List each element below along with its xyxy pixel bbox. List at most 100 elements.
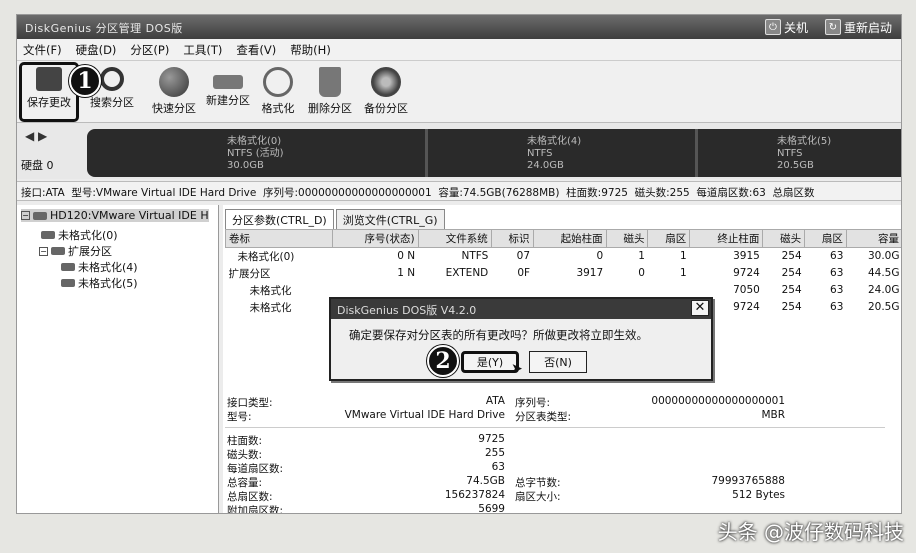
tree-partition-4[interactable]: 未格式化(4) [61, 259, 138, 275]
detail-label: 总容量: [227, 477, 263, 489]
segment-3-name: 未格式化(5) [777, 136, 832, 147]
power-icon: ⏻ [765, 19, 781, 35]
detail-value: ATA [485, 395, 505, 407]
disk-segment-1[interactable]: 未格式化(0) NTFS (活动) 30.0GB [227, 129, 427, 177]
cell: 未格式化 [249, 284, 292, 297]
disk-segment-3[interactable]: 未格式化(5) NTFS 20.5GB [695, 129, 901, 177]
table-row[interactable]: 未格式化 7050 254 63 24.0G [226, 282, 902, 299]
disk-tree: − HD120:VMware Virtual IDE H 未格式化(0) − 扩… [17, 205, 219, 513]
backup-partition-label: 备份分区 [364, 102, 408, 115]
info-sectors: 每道扇区数:63 [696, 187, 766, 199]
menu-view[interactable]: 查看(V) [236, 42, 276, 58]
col-start-head: 磁头 [605, 229, 649, 248]
menu-disk[interactable]: 硬盘(D) [76, 42, 117, 58]
magnifier-icon [100, 67, 124, 91]
reboot-label: 重新启动 [844, 20, 893, 35]
format-icon [263, 67, 293, 97]
tree-partition-0[interactable]: 未格式化(0) [41, 227, 118, 243]
segment-divider [425, 129, 428, 177]
info-total-sectors: 总扇区数 [772, 187, 815, 199]
cell: 1 [680, 250, 687, 263]
watermark: 头条 @波仔数码科技 [717, 520, 904, 544]
disk-info-line: 接口:ATA 型号:VMware Virtual IDE Hard Drive … [17, 181, 901, 201]
tab-browse-files[interactable]: 浏览文件(CTRL_G) [335, 209, 445, 230]
info-capacity: 容量:74.5GB(76288MB) [438, 187, 560, 199]
disk-nav-arrows[interactable]: ◀ ▶ [25, 129, 47, 143]
close-icon[interactable]: ✕ [691, 300, 709, 316]
save-changes-label: 保存更改 [27, 96, 71, 109]
detail-label: 磁头数: [227, 449, 263, 461]
segment-1-name: 未格式化(0) [227, 136, 282, 147]
tree-disk-root[interactable]: − HD120:VMware Virtual IDE H [21, 209, 209, 222]
menu-partition[interactable]: 分区(P) [130, 42, 169, 58]
no-button[interactable]: 否(N) [529, 351, 587, 373]
save-changes-button[interactable]: 保存更改 [19, 62, 79, 122]
partition-bar: 未格式化(0) NTFS (活动) 30.0GB 未格式化(4) NTFS 24… [87, 129, 901, 177]
cell [333, 282, 418, 299]
menu-bar: 文件(F) 硬盘(D) 分区(P) 工具(T) 查看(V) 帮助(H) [17, 39, 901, 61]
cell: 254 [781, 284, 802, 296]
cell [648, 282, 690, 299]
cell: NTFS [461, 250, 489, 263]
menu-tools[interactable]: 工具(T) [183, 42, 222, 58]
search-partition-label: 搜索分区 [90, 96, 134, 109]
tab-partition-params[interactable]: 分区参数(CTRL_D) [225, 209, 334, 230]
collapse-icon[interactable]: − [39, 246, 48, 256]
detail-label: 型号: [227, 411, 252, 423]
cell: 254 [781, 250, 802, 263]
partition-icon [61, 263, 75, 271]
cell [606, 282, 648, 299]
cell: 24.0G [867, 284, 900, 296]
cell: 1 N [397, 267, 416, 279]
table-row[interactable]: 未格式化(0) 0 N NTFS 07 0 1 1 3915 254 63 30… [226, 248, 902, 265]
detail-label: 序列号: [515, 397, 551, 409]
collapse-icon[interactable]: − [21, 211, 30, 220]
menu-file[interactable]: 文件(F) [23, 42, 62, 58]
cell [418, 282, 491, 299]
cell: 07 [516, 250, 531, 263]
cell: 3915 [733, 250, 760, 263]
col-label: 卷标 [224, 229, 334, 248]
cell: 0 [638, 267, 645, 279]
detail-value: 255 [484, 447, 505, 459]
segment-1-size: 30.0GB [227, 160, 264, 171]
detail-value: 79993765888 [711, 475, 786, 487]
disk-label: 硬盘 0 [21, 159, 54, 172]
window-title: DiskGenius 分区管理 DOS版 [25, 22, 183, 35]
col-start-sector: 扇区 [647, 229, 691, 248]
cell: 30.0G [867, 250, 900, 263]
delete-partition-label: 删除分区 [308, 102, 352, 115]
cell: 0 [596, 250, 604, 263]
table-row[interactable]: 扩展分区 1 N EXTEND 0F 3917 0 1 9724 254 63 … [226, 265, 902, 282]
segment-2-fs: NTFS [527, 148, 553, 159]
info-cylinders: 柱面数:9725 [566, 187, 628, 199]
detail-value: 63 [491, 461, 505, 473]
detail-label: 每道扇区数: [227, 463, 284, 475]
menu-help[interactable]: 帮助(H) [290, 42, 331, 58]
segment-3-fs: NTFS [777, 148, 803, 159]
extended-partition-icon [51, 247, 65, 255]
detail-value: 74.5GB [466, 475, 505, 487]
backup-partition-button[interactable]: 备份分区 [355, 65, 417, 119]
quick-partition-button[interactable]: 快速分区 [143, 65, 205, 119]
shutdown-button[interactable]: ⏻ 关机 [765, 18, 808, 36]
disk-map: ◀ ▶ 硬盘 0 未格式化(0) NTFS (活动) 30.0GB 未格式化(4… [17, 123, 901, 179]
disk-segment-2[interactable]: 未格式化(4) NTFS 24.0GB [425, 129, 677, 177]
details-separator [225, 427, 885, 428]
cell: 63 [830, 284, 844, 296]
cell: 20.5G [867, 301, 900, 313]
detail-label: 总字节数: [515, 477, 561, 489]
tree-partition-5[interactable]: 未格式化(5) [61, 275, 138, 291]
col-id: 标识 [490, 229, 534, 248]
cell: EXTEND [445, 267, 489, 279]
cell: 63 [830, 267, 844, 279]
cell [491, 282, 533, 299]
tree-p0-label: 未格式化(0) [58, 229, 118, 242]
tree-ext-label: 扩展分区 [68, 245, 112, 258]
reboot-button[interactable]: ↻ 重新启动 [825, 18, 892, 36]
delete-partition-button[interactable]: 删除分区 [299, 65, 361, 119]
cell: 63 [830, 250, 844, 263]
tree-extended[interactable]: − 扩展分区 [39, 243, 112, 259]
mouse-pointer-icon: ➤ [511, 361, 523, 377]
dialog-title-bar: DiskGenius DOS版 V4.2.0 ✕ [331, 299, 711, 319]
